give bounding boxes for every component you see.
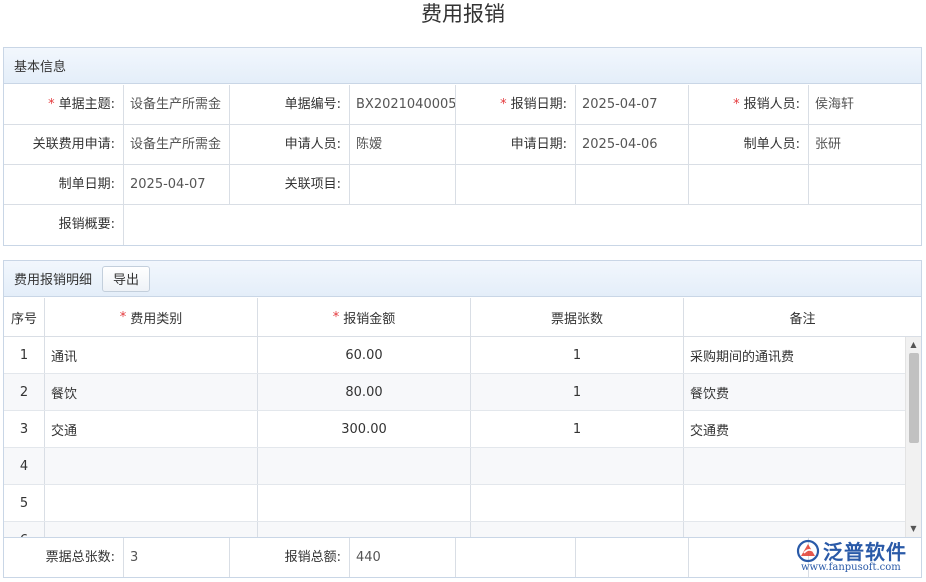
amount-cell[interactable] (258, 485, 471, 521)
col-header-remark[interactable]: 备注 (684, 298, 921, 336)
amount-total-value: 440 (350, 538, 456, 577)
doc-no-field[interactable]: BX2021040005 (350, 85, 456, 125)
remark-cell[interactable]: 餐饮费 (684, 374, 905, 410)
category-cell[interactable]: 通讯 (45, 337, 258, 373)
grid-header: 序号 *费用类别 *报销金额 票据张数 备注 (4, 298, 921, 337)
table-row[interactable]: 5 (4, 485, 905, 522)
ticket-total-label: 票据总张数: (4, 538, 124, 577)
creator-label: 制单人员: (689, 125, 809, 165)
col-header-index[interactable]: 序号 (4, 298, 45, 336)
remark-cell[interactable]: 交通费 (684, 411, 905, 447)
row-index: 3 (4, 411, 45, 447)
summary-field[interactable] (124, 205, 921, 245)
row-index: 5 (4, 485, 45, 521)
totals-row: 票据总张数: 3 报销总额: 440 (4, 537, 921, 577)
category-cell[interactable] (45, 485, 258, 521)
related-project-field[interactable] (350, 165, 456, 205)
table-row[interactable]: 2 餐饮 80.00 1 餐饮费 (4, 374, 905, 411)
remark-cell[interactable]: 采购期间的通讯费 (684, 337, 905, 373)
amount-cell[interactable]: 60.00 (258, 337, 471, 373)
amount-cell[interactable]: 80.00 (258, 374, 471, 410)
category-cell[interactable] (45, 522, 258, 537)
ticket-count-cell[interactable] (471, 485, 684, 521)
table-row[interactable]: 4 (4, 448, 905, 485)
basic-info-title: 基本信息 (14, 56, 66, 75)
col-header-amount[interactable]: *报销金额 (258, 298, 471, 336)
row-index: 4 (4, 448, 45, 484)
applicant-field[interactable]: 陈嫒 (350, 125, 456, 165)
reimb-person-label: *报销人员: (689, 85, 809, 125)
scroll-down-icon[interactable]: ▼ (906, 523, 921, 535)
empty-cell (576, 538, 689, 577)
empty-cell (456, 538, 576, 577)
empty-cell (689, 165, 809, 205)
empty-cell (456, 165, 576, 205)
reimb-person-field[interactable]: 侯海轩 (809, 85, 921, 125)
amount-cell[interactable] (258, 522, 471, 537)
form-row: 报销概要: (4, 205, 921, 245)
row-index: 1 (4, 337, 45, 373)
ticket-count-cell[interactable] (471, 448, 684, 484)
create-date-field[interactable]: 2025-04-07 (124, 165, 230, 205)
apply-date-label: 申请日期: (456, 125, 576, 165)
category-cell[interactable] (45, 448, 258, 484)
ticket-count-cell[interactable]: 1 (471, 374, 684, 410)
vertical-scrollbar[interactable]: ▲ ▼ (905, 337, 921, 537)
ticket-count-cell[interactable] (471, 522, 684, 537)
creator-field[interactable]: 张研 (809, 125, 921, 165)
amount-cell[interactable] (258, 448, 471, 484)
category-cell[interactable]: 交通 (45, 411, 258, 447)
ticket-count-cell[interactable]: 1 (471, 411, 684, 447)
doc-no-label: 单据编号: (230, 85, 350, 125)
reimb-date-field[interactable]: 2025-04-07 (576, 85, 689, 125)
export-button[interactable]: 导出 (102, 266, 150, 292)
summary-label: 报销概要: (4, 205, 124, 245)
form-row: *单据主题: 设备生产所需金 单据编号: BX2021040005 *报销日期:… (4, 85, 921, 125)
empty-cell (809, 165, 921, 205)
detail-title: 费用报销明细 (14, 269, 92, 288)
ticket-total-value: 3 (124, 538, 230, 577)
remark-cell[interactable] (684, 522, 905, 537)
grid-body: 1 通讯 60.00 1 采购期间的通讯费 2 餐饮 80.00 1 餐饮费 3… (4, 337, 905, 537)
page-title: 费用报销 (0, 0, 926, 30)
empty-cell (689, 538, 809, 577)
table-row[interactable]: 1 通讯 60.00 1 采购期间的通讯费 (4, 337, 905, 374)
col-header-ticket-count[interactable]: 票据张数 (471, 298, 684, 336)
related-project-label: 关联项目: (230, 165, 350, 205)
related-apply-label: 关联费用申请: (4, 125, 124, 165)
empty-cell (576, 165, 689, 205)
brand-logo: 泛普软件 www.fanpusoft.com (793, 536, 923, 578)
logo-url: www.fanpusoft.com (801, 562, 901, 573)
row-index: 6 (4, 522, 45, 537)
category-cell[interactable]: 餐饮 (45, 374, 258, 410)
reimb-date-label: *报销日期: (456, 85, 576, 125)
ticket-count-cell[interactable]: 1 (471, 337, 684, 373)
amount-total-label: 报销总额: (230, 538, 350, 577)
apply-date-field[interactable]: 2025-04-06 (576, 125, 689, 165)
basic-info-panel: 基本信息 *单据主题: 设备生产所需金 单据编号: BX2021040005 *… (3, 47, 922, 246)
form-row: 关联费用申请: 设备生产所需金 申请人员: 陈嫒 申请日期: 2025-04-0… (4, 125, 921, 165)
basic-info-header: 基本信息 (4, 48, 921, 84)
applicant-label: 申请人员: (230, 125, 350, 165)
table-row[interactable]: 6 (4, 522, 905, 537)
logo-name: 泛普软件 (823, 536, 907, 565)
remark-cell[interactable] (684, 448, 905, 484)
detail-header: 费用报销明细 导出 (4, 261, 921, 297)
scroll-thumb[interactable] (909, 353, 919, 443)
remark-cell[interactable] (684, 485, 905, 521)
related-apply-field[interactable]: 设备生产所需金 (124, 125, 230, 165)
amount-cell[interactable]: 300.00 (258, 411, 471, 447)
table-row[interactable]: 3 交通 300.00 1 交通费 (4, 411, 905, 448)
subject-field[interactable]: 设备生产所需金 (124, 85, 230, 125)
form-row: 制单日期: 2025-04-07 关联项目: (4, 165, 921, 205)
scroll-up-icon[interactable]: ▲ (906, 339, 921, 351)
create-date-label: 制单日期: (4, 165, 124, 205)
col-header-category[interactable]: *费用类别 (45, 298, 258, 336)
logo-mark-icon (795, 538, 821, 564)
row-index: 2 (4, 374, 45, 410)
subject-label: *单据主题: (4, 85, 124, 125)
detail-panel: 费用报销明细 导出 序号 *费用类别 *报销金额 票据张数 备注 1 通讯 60… (3, 260, 922, 578)
